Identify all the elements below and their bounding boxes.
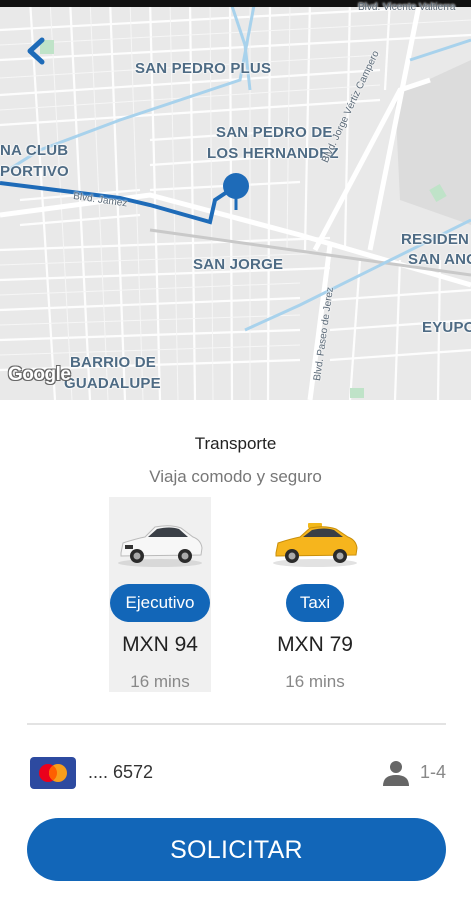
map-view[interactable]: SAN PEDRO PLUS NA CLUB PORTIVO SAN PEDRO… [0, 0, 471, 400]
solicitar-button[interactable]: SOLICITAR [27, 818, 446, 881]
location-pin-icon [222, 172, 250, 212]
ride-option-taxi[interactable]: Taxi MXN 79 16 mins [264, 497, 366, 692]
back-arrow-icon[interactable] [22, 36, 52, 66]
ride-option-ejecutivo[interactable]: Ejecutivo MXN 94 16 mins [109, 497, 211, 692]
sheet-subtitle: Viaja comodo y seguro [149, 467, 322, 486]
map-label-los-hernandez: LOS HERNANDEZ [207, 145, 339, 162]
card-number[interactable]: .... 6572 [88, 762, 153, 783]
ride-eta: 16 mins [285, 672, 345, 691]
ride-label-pill: Ejecutivo [110, 584, 210, 622]
passenger-count: 1-4 [420, 762, 447, 782]
person-icon [382, 759, 410, 787]
google-attribution: Google [8, 364, 71, 385]
map-label-eyupo: EYUPO [422, 319, 471, 336]
map-label-guadalupe: GUADALUPE [64, 375, 161, 392]
map-label-residencial: RESIDEN [401, 231, 470, 248]
map-label-san-jorge: SAN JORGE [193, 256, 284, 273]
map-label-barrio-de: BARRIO DE [70, 354, 156, 371]
ride-label-pill: Taxi [286, 584, 344, 622]
taxi-car-icon [270, 515, 360, 570]
divider [27, 723, 446, 725]
map-label-san-pedro-de: SAN PEDRO DE [216, 124, 333, 141]
ride-eta: 16 mins [130, 672, 190, 691]
street-label-vicente: Blvd. Vicente Valtierra [358, 2, 456, 13]
map-label-club: NA CLUB [0, 142, 69, 159]
mastercard-icon[interactable] [30, 757, 76, 789]
map-label-san-pedro-plus: SAN PEDRO PLUS [135, 60, 272, 77]
sedan-car-icon [115, 515, 205, 570]
map-label-deportivo: PORTIVO [0, 163, 69, 180]
sheet-title: Transporte [194, 434, 277, 453]
ride-price: MXN 79 [277, 633, 353, 656]
ride-price: MXN 94 [122, 633, 198, 656]
map-label-san-angel: SAN ANG [408, 251, 471, 268]
